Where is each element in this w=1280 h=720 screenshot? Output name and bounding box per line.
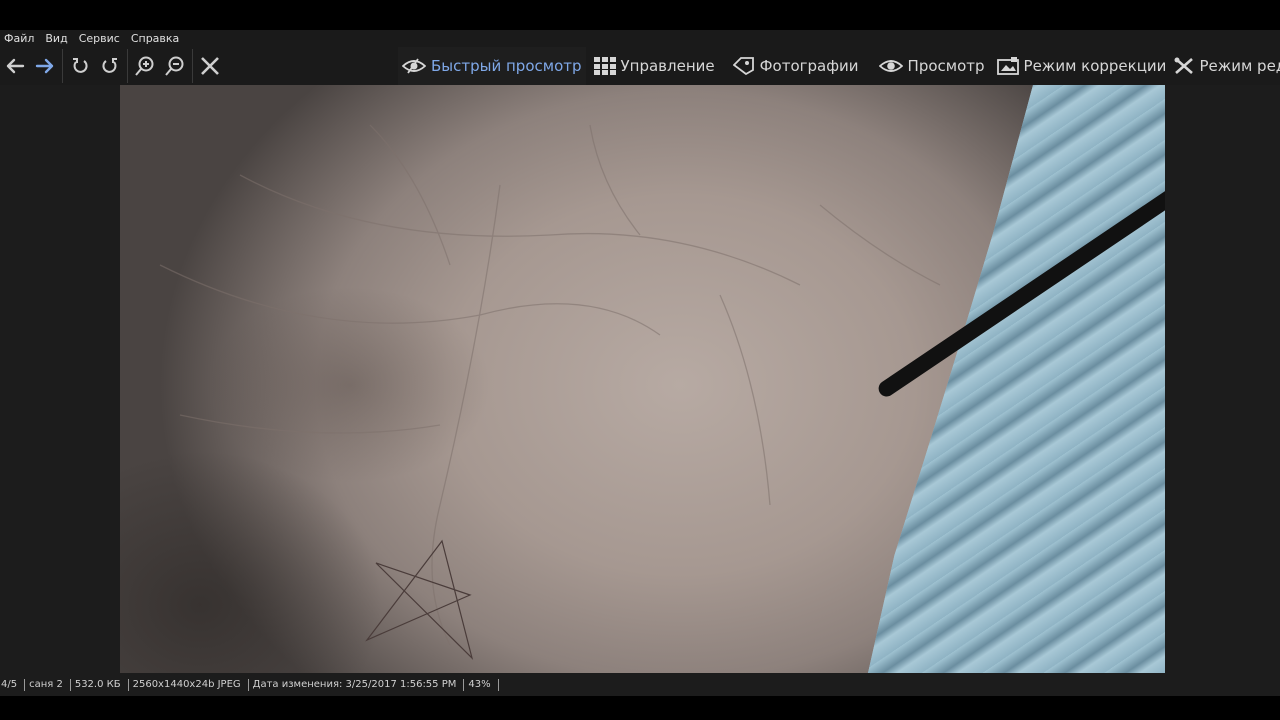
tab-photos[interactable]: Фотографии bbox=[729, 47, 863, 85]
rotate-left-icon bbox=[73, 58, 88, 73]
tab-photos-label: Фотографии bbox=[759, 57, 859, 75]
editor-tools-icon bbox=[1174, 57, 1194, 75]
quick-view-eye-icon bbox=[402, 57, 426, 75]
menu-help[interactable]: Справка bbox=[127, 32, 186, 45]
status-filename: саня 2 bbox=[29, 679, 63, 690]
grid-icon bbox=[593, 57, 616, 75]
status-separator bbox=[497, 678, 499, 691]
menu-file[interactable]: Файл bbox=[0, 32, 41, 45]
letterbox-bottom bbox=[0, 696, 1280, 720]
arrow-left-icon bbox=[6, 58, 25, 74]
zoom-out-icon bbox=[165, 56, 184, 76]
tab-editor-label: Режим редактор bbox=[1199, 57, 1280, 75]
rotate-left-button[interactable] bbox=[65, 51, 95, 81]
tab-manage[interactable]: Управление bbox=[590, 47, 719, 85]
zoom-in-icon bbox=[135, 56, 154, 76]
status-index: 4/5 bbox=[1, 679, 18, 690]
toolbar: Быстрый просмотр Управление Фотографии П… bbox=[0, 47, 1280, 85]
star-drawing bbox=[365, 539, 474, 660]
close-icon bbox=[201, 57, 219, 75]
tab-correction-label: Режим коррекции bbox=[1023, 57, 1167, 75]
status-separator bbox=[69, 678, 71, 691]
tab-manage-label: Управление bbox=[620, 57, 715, 75]
status-separator bbox=[127, 678, 129, 691]
close-button[interactable] bbox=[195, 51, 225, 81]
status-zoom[interactable]: 43% bbox=[467, 679, 495, 690]
tab-quick-view[interactable]: Быстрый просмотр bbox=[398, 47, 586, 85]
toolbar-separator bbox=[127, 49, 128, 83]
tab-view[interactable]: Просмотр bbox=[875, 47, 989, 85]
photos-tag-icon bbox=[732, 57, 755, 75]
zoom-out-button[interactable] bbox=[160, 51, 190, 81]
back-button[interactable] bbox=[0, 51, 30, 81]
photo bbox=[120, 85, 1165, 673]
image-viewer[interactable] bbox=[0, 85, 1280, 673]
status-modified: Дата изменения: 3/25/2017 1:56:55 PM bbox=[252, 679, 457, 690]
tab-quick-view-label: Быстрый просмотр bbox=[431, 57, 582, 75]
rotate-right-icon bbox=[102, 58, 117, 73]
status-separator bbox=[247, 678, 249, 691]
tab-view-label: Просмотр bbox=[907, 57, 985, 75]
menu-bar: Файл Вид Сервис Справка bbox=[0, 30, 1280, 47]
palm-lines bbox=[159, 124, 941, 660]
status-separator bbox=[463, 678, 465, 691]
letterbox-top bbox=[0, 0, 1280, 30]
correction-icon bbox=[996, 57, 1019, 75]
rotate-right-button[interactable] bbox=[95, 51, 125, 81]
toolbar-separator bbox=[62, 49, 63, 83]
status-file-size: 532.0 КБ bbox=[74, 679, 121, 690]
zoom-in-button[interactable] bbox=[130, 51, 160, 81]
tab-correction[interactable]: Режим коррекции bbox=[993, 47, 1171, 85]
toolbar-separator bbox=[192, 49, 193, 83]
status-bar: 4/5 саня 2 532.0 КБ 2560x1440x24b JPEG Д… bbox=[0, 673, 1280, 696]
tab-editor[interactable]: Режим редактор bbox=[1170, 47, 1280, 85]
mode-tabs: Быстрый просмотр Управление Фотографии П… bbox=[398, 47, 1280, 85]
forward-button[interactable] bbox=[30, 51, 60, 81]
arrow-right-icon bbox=[35, 58, 54, 74]
menu-service[interactable]: Сервис bbox=[75, 32, 127, 45]
eye-icon bbox=[878, 58, 903, 74]
menu-view[interactable]: Вид bbox=[41, 32, 74, 45]
status-separator bbox=[24, 678, 26, 691]
status-format: 2560x1440x24b JPEG bbox=[132, 679, 241, 690]
